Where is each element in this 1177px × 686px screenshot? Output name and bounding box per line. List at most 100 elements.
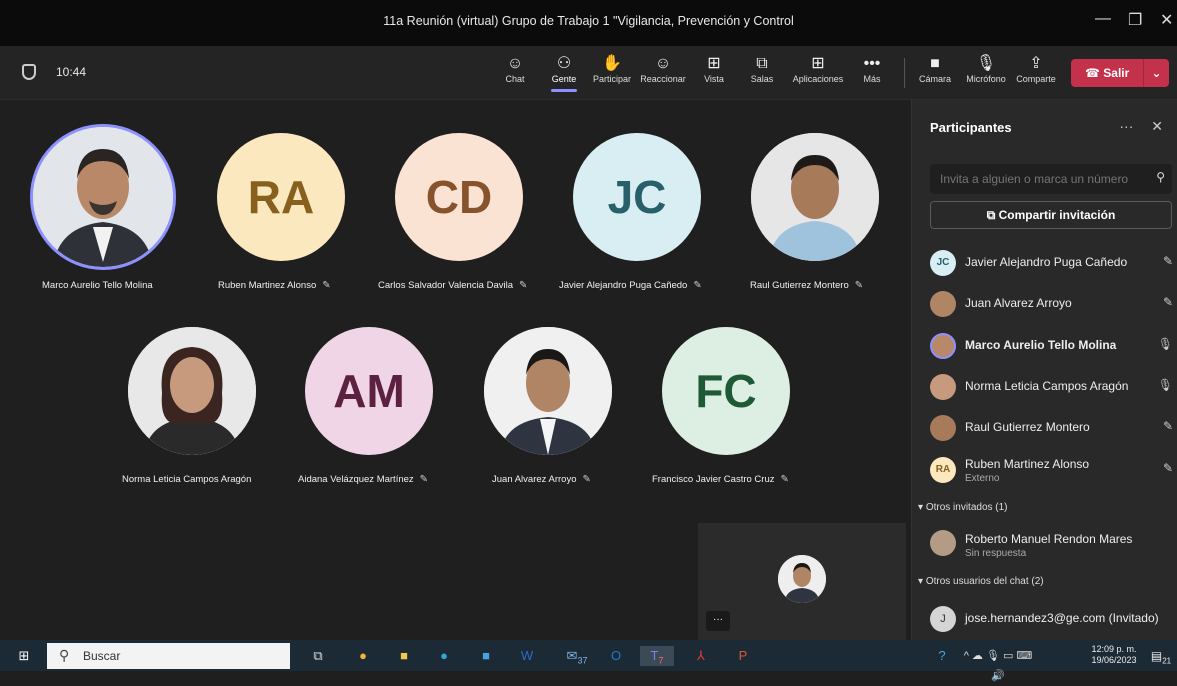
avatar-initials: CD — [395, 133, 523, 261]
file-explorer-icon[interactable]: ■ — [393, 646, 415, 666]
toolbar-divider — [904, 58, 905, 88]
task-view-icon[interactable]: ⧉ — [308, 646, 328, 666]
person-photo-icon — [33, 127, 173, 267]
window-titlebar: 11a Reunión (virtual) Grupo de Trabajo 1… — [0, 0, 1177, 46]
avatar-initials: FC — [662, 327, 790, 455]
person-photo-icon — [128, 327, 256, 455]
person-photo-icon — [751, 133, 879, 261]
teams-icon[interactable]: T7 — [640, 646, 674, 666]
participant-row[interactable]: Raul Gutierrez Montero ✎ — [930, 413, 1175, 447]
avatar-initials: JC — [573, 133, 701, 261]
more-button[interactable]: ••• Más — [860, 54, 884, 84]
participant-photo[interactable] — [128, 327, 256, 455]
chrome-icon[interactable]: ● — [352, 646, 374, 666]
participant-row[interactable]: Marco Aurelio Tello Molina 🎙 — [930, 331, 1175, 365]
mic-off-icon: ✎ — [519, 280, 528, 291]
taskbar-search-box[interactable]: ⚲ Buscar — [47, 643, 290, 669]
word-icon[interactable]: W — [516, 646, 538, 666]
camera-off-icon: ■ — [930, 55, 940, 72]
more-icon: ••• — [863, 55, 881, 72]
system-tray-icons[interactable]: ^ ☁ 🎙 ▭ ⌨ 🔊 — [958, 646, 1038, 682]
share-invite-button[interactable]: ⧉ Compartir invitación — [930, 201, 1172, 229]
apps-button[interactable]: ⊞ Aplicaciones — [790, 54, 846, 84]
mic-off-icon: ✎ — [1162, 254, 1173, 268]
share-button[interactable]: ⇪ Comparte — [1014, 54, 1058, 84]
more-options-icon[interactable]: ··· — [1119, 118, 1133, 134]
participant-name: Francisco Javier Castro Cruz ✎ — [652, 474, 789, 485]
participant-photo[interactable] — [484, 327, 612, 455]
mail-icon[interactable]: ✉37 — [560, 646, 594, 666]
outlook-icon[interactable]: O — [605, 646, 627, 666]
raise-hand-button[interactable]: ✋ Participar — [590, 54, 634, 84]
participant-avatar[interactable]: JC — [573, 133, 701, 261]
powerpoint-icon[interactable]: P — [732, 646, 754, 666]
taskbar-clock[interactable]: 12:09 p. m. 19/06/2023 — [1084, 644, 1144, 666]
participant-avatar: J — [930, 606, 956, 632]
store-icon[interactable]: ■ — [475, 646, 497, 666]
participant-avatar: JC — [930, 250, 956, 276]
help-icon[interactable]: ? — [932, 646, 952, 666]
windows-start-icon[interactable]: ⊞ — [14, 646, 34, 666]
phone-hangup-icon: ☎ — [1085, 66, 1100, 80]
participant-avatar — [930, 374, 956, 400]
acrobat-icon[interactable]: ⅄ — [690, 646, 712, 666]
close-icon[interactable]: ✕ — [1160, 10, 1173, 30]
person-photo-icon — [778, 555, 826, 603]
grid-icon: ⊞ — [707, 55, 721, 72]
participant-avatar — [930, 530, 956, 556]
microphone-button[interactable]: 🎙 Micrófono — [962, 54, 1010, 84]
leave-options-chevron-icon[interactable]: ⌄ — [1143, 59, 1169, 87]
participant-name: Carlos Salvador Valencia Davila ✎ — [378, 280, 528, 291]
participant-name: Raul Gutierrez Montero ✎ — [750, 280, 864, 291]
participant-row[interactable]: Norma Leticia Campos Aragón 🎙 — [930, 372, 1175, 406]
notifications-icon[interactable]: ▤21 — [1148, 646, 1174, 666]
participant-avatar[interactable]: FC — [662, 327, 790, 455]
participant-photo[interactable] — [751, 133, 879, 261]
chat-button[interactable]: ☺ Chat — [502, 54, 528, 84]
apps-icon: ⊞ — [811, 55, 825, 72]
participant-avatar[interactable]: RA — [217, 133, 345, 261]
avatar-initials: AM — [305, 327, 433, 455]
leave-button[interactable]: ☎ Salir ⌄ — [1071, 59, 1169, 87]
hand-icon: ✋ — [602, 55, 622, 72]
minimize-icon[interactable]: — — [1095, 10, 1111, 28]
mic-off-icon: ✎ — [1162, 419, 1173, 433]
participant-name: Juan Alvarez Arroyo ✎ — [492, 474, 591, 485]
mic-off-icon: ✎ — [1162, 295, 1173, 309]
participant-name: Aidana Velázquez Martínez ✎ — [298, 474, 429, 485]
participant-avatar[interactable]: AM — [305, 327, 433, 455]
section-other-guests[interactable]: ▾ Otros invitados (1) — [918, 502, 1008, 513]
mic-off-icon: ✎ — [419, 474, 429, 485]
section-chat-users[interactable]: ▾ Otros usuarios del chat (2) — [918, 576, 1044, 587]
camera-button[interactable]: ■ Cámara — [918, 54, 952, 84]
shield-icon — [22, 64, 36, 80]
self-view-more-button[interactable]: ··· — [706, 611, 730, 631]
close-panel-icon[interactable]: ✕ — [1151, 118, 1163, 134]
participant-name: Norma Leticia Campos Aragón — [122, 474, 252, 485]
participant-photo[interactable] — [30, 124, 176, 270]
edge-icon[interactable]: ● — [433, 646, 455, 666]
participant-row[interactable]: J jose.hernandez3@ge.com (Invitado) — [930, 604, 1175, 638]
people-icon: ⚇ — [556, 55, 572, 72]
participant-row[interactable]: JC Javier Alejandro Puga Cañedo ✎ — [930, 248, 1175, 282]
maximize-icon[interactable]: ❐ — [1128, 10, 1142, 30]
participant-avatar — [930, 333, 956, 359]
invite-search-input[interactable] — [930, 164, 1172, 194]
search-icon[interactable]: ⚲ — [1156, 170, 1165, 184]
participant-row[interactable]: RA Ruben Martinez Alonso Externo ✎ — [930, 455, 1175, 489]
view-button[interactable]: ⊞ Vista — [700, 54, 728, 84]
panel-title: Participantes — [930, 120, 1012, 135]
mic-off-icon: ✎ — [854, 280, 864, 291]
rooms-button[interactable]: ⧉ Salas — [748, 54, 776, 84]
participant-avatar: RA — [930, 457, 956, 483]
microphone-icon: 🎙 — [975, 55, 997, 72]
participant-name: Javier Alejandro Puga Cañedo ✎ — [559, 280, 702, 291]
people-button[interactable]: ⚇ Gente — [547, 54, 581, 92]
participant-row[interactable]: Roberto Manuel Rendon Mares Sin respuest… — [930, 528, 1175, 562]
rooms-icon: ⧉ — [756, 55, 768, 72]
mic-off-icon: ✎ — [582, 474, 591, 485]
participant-avatar[interactable]: CD — [395, 133, 523, 261]
participant-row[interactable]: Juan Alvarez Arroyo ✎ — [930, 289, 1175, 323]
self-view-video[interactable]: ··· — [698, 523, 906, 640]
react-button[interactable]: ☺ Reaccionar — [638, 54, 688, 84]
